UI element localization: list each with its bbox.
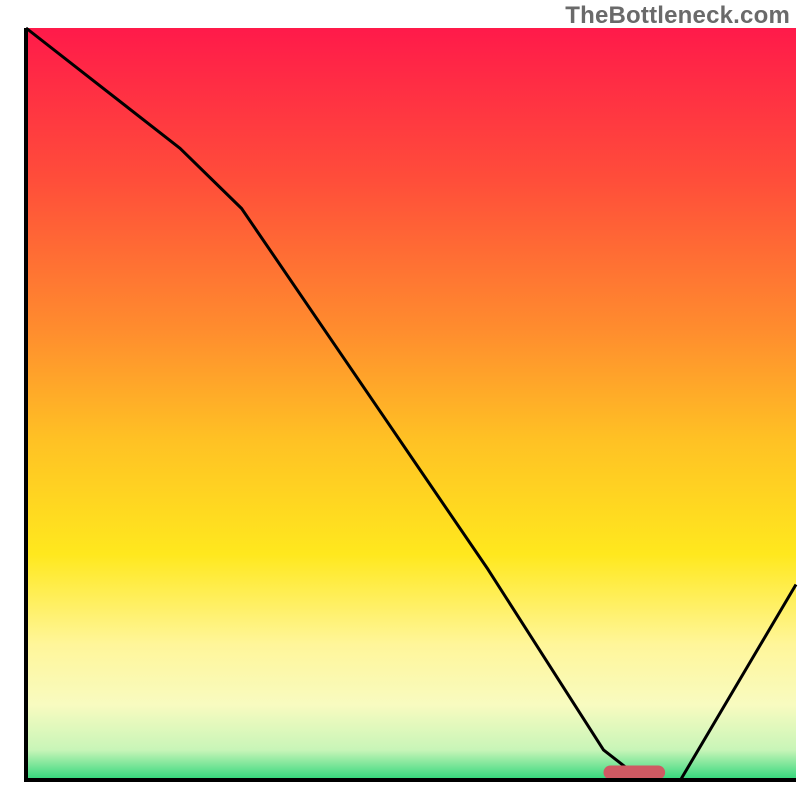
optimal-marker	[604, 765, 666, 779]
chart-gradient-background	[26, 28, 796, 780]
bottleneck-chart	[0, 0, 800, 800]
